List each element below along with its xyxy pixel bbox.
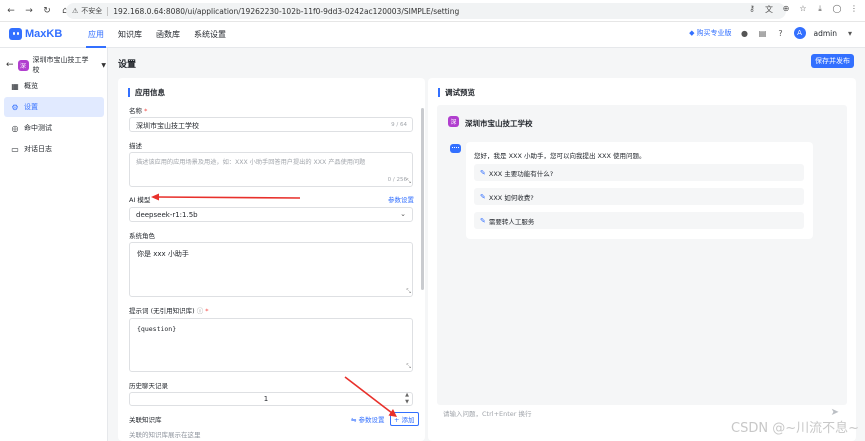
model-arrow: [151, 193, 301, 201]
annotation-arrows: [151, 193, 397, 417]
add-kb-arrow: [344, 376, 397, 417]
watermark: CSDN @~川流不息~: [731, 421, 859, 436]
